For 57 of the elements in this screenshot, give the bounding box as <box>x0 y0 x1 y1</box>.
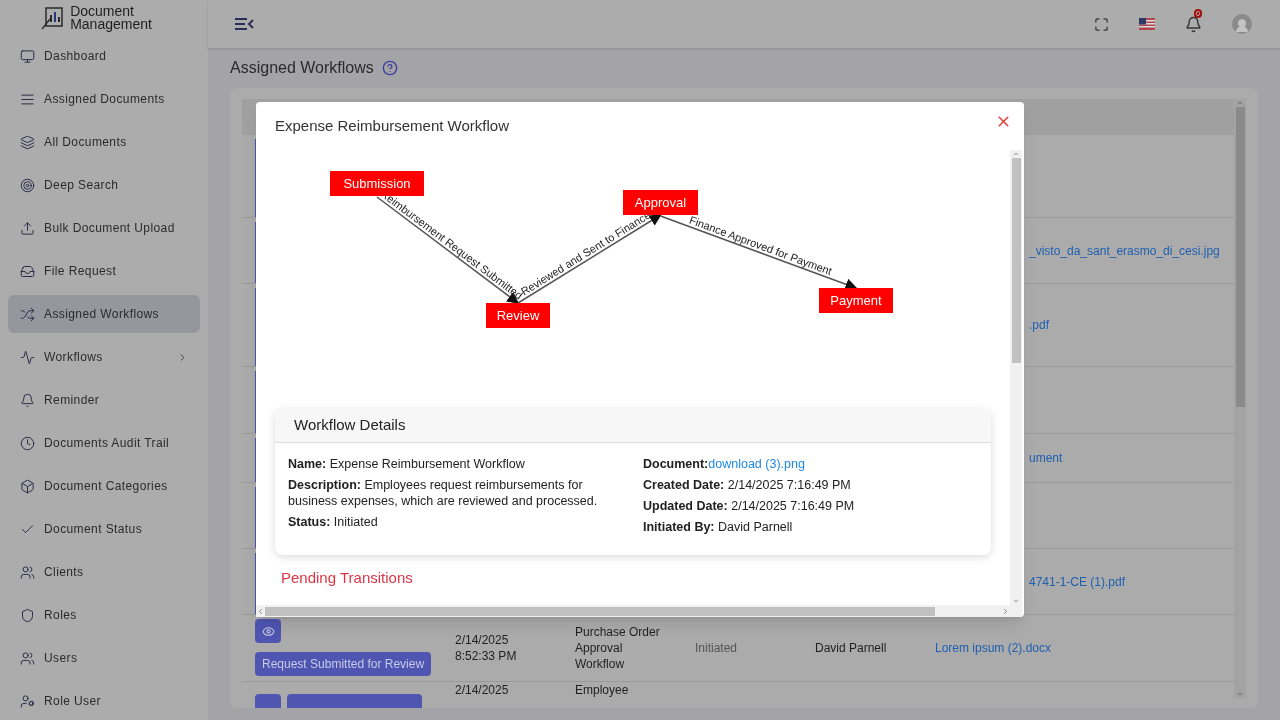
detail-field: Created Date: 2/14/2025 7:16:49 PM <box>643 477 978 493</box>
cube-icon <box>20 478 35 494</box>
avatar[interactable] <box>1232 14 1252 34</box>
eye-icon <box>261 624 275 638</box>
workflow-cell-text: Employee <box>575 682 630 698</box>
pulse-icon <box>20 349 35 365</box>
inbox-icon <box>20 263 35 279</box>
date-cell-text: 2/14/2025 8:52:33 PM <box>455 632 518 664</box>
scroll-down-icon[interactable] <box>1236 690 1244 698</box>
horizontal-scrollbar[interactable] <box>256 605 1010 617</box>
upload-icon <box>20 220 35 236</box>
scroll-up-icon[interactable] <box>1236 99 1244 107</box>
menu-icon[interactable] <box>234 17 254 31</box>
workflow-cell-text: Purchase Order Approval Workflow <box>575 624 661 672</box>
help-icon[interactable] <box>381 60 398 76</box>
detail-field: Document:download (3).png <box>643 456 978 472</box>
target-icon <box>20 177 35 193</box>
fullscreen-icon[interactable] <box>1094 16 1109 32</box>
transition-button[interactable]: Request Submitted for Review <box>255 652 432 676</box>
document-link[interactable]: download (3).png <box>708 457 805 471</box>
detail-field: Initiated By: David Parnell <box>643 519 978 535</box>
flag-icon[interactable] <box>1139 18 1155 30</box>
detail-field: Description: Employees request reimbursements for business expenses, which are reviewed and processed. <box>288 477 613 509</box>
detail-field: Updated Date: 2/14/2025 7:16:49 PM <box>643 498 978 514</box>
vertical-scrollbar[interactable] <box>1234 99 1246 698</box>
view-button[interactable] <box>255 619 281 643</box>
detail-field: Status: Initiated <box>288 514 613 530</box>
users-icon <box>20 564 35 580</box>
monitor-icon <box>20 48 35 64</box>
scroll-right-icon[interactable] <box>1001 606 1010 616</box>
notification-bell-icon[interactable] <box>1185 15 1202 33</box>
workflow-node: Review <box>486 303 550 328</box>
initiated-by-cell-text: David Parnell <box>815 640 887 657</box>
users-icon <box>20 650 35 666</box>
clock-icon <box>20 435 35 451</box>
date-cell-text: 2/14/2025 <box>455 682 510 698</box>
shield-icon <box>20 607 35 623</box>
user-icon <box>20 693 35 709</box>
vertical-scrollbar[interactable] <box>1010 150 1022 617</box>
dialog-title: Expense Reimbursement Workflow <box>275 115 509 136</box>
scroll-down-icon[interactable] <box>1012 597 1020 605</box>
lines-icon <box>20 91 35 107</box>
detail-field: Name: Expense Reimbursement Workflow <box>288 456 613 472</box>
scroll-left-icon[interactable] <box>256 606 265 616</box>
page-title: Assigned Workflows <box>230 58 374 78</box>
scroll-up-icon[interactable] <box>1012 150 1020 158</box>
bell-icon <box>20 392 35 408</box>
status-cell-text: Initiated <box>695 640 738 657</box>
sidebar-item[interactable]: Assigned Workflows <box>8 295 200 333</box>
app-logo-text: Document Management <box>70 4 152 31</box>
card-title: Workflow Details <box>294 415 406 436</box>
person-silhouette-icon <box>1234 18 1250 34</box>
shuffle-icon <box>20 306 35 322</box>
workflow-node: Approval <box>623 190 698 215</box>
layers-icon <box>20 134 35 150</box>
workflow-node: Payment <box>819 288 893 313</box>
section-title: Pending Transitions <box>281 569 414 587</box>
